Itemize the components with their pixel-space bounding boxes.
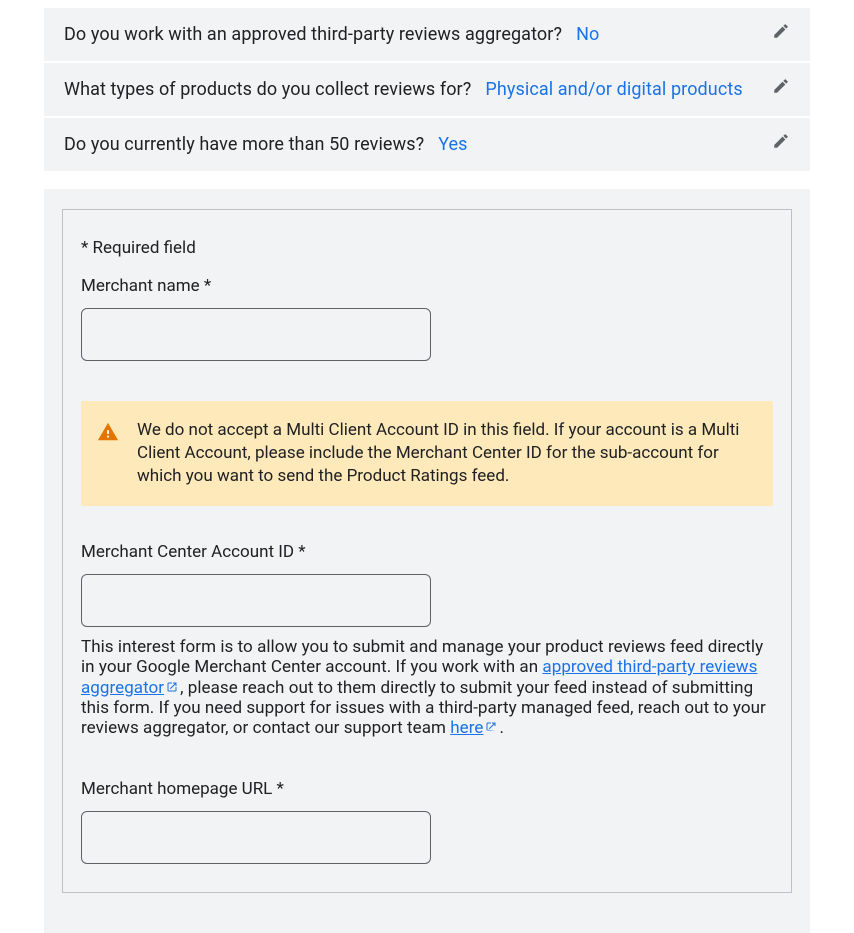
form-inner: * Required field Merchant name * We do n… <box>62 209 792 893</box>
external-link-icon <box>166 681 178 693</box>
merchant-name-input[interactable] <box>81 308 431 361</box>
homepage-block: Merchant homepage URL * <box>81 779 773 864</box>
answer-text: No <box>576 24 599 45</box>
question-text: Do you currently have more than 50 revie… <box>64 134 424 155</box>
alert-text: We do not accept a Multi Client Account … <box>137 420 739 486</box>
alert-warning: We do not accept a Multi Client Account … <box>81 401 773 506</box>
account-id-block: Merchant Center Account ID * This intere… <box>81 542 773 739</box>
homepage-label: Merchant homepage URL * <box>81 779 773 799</box>
edit-icon[interactable] <box>772 77 790 95</box>
account-id-input[interactable] <box>81 574 431 627</box>
question-text: What types of products do you collect re… <box>64 79 471 100</box>
summary-row-product-types: What types of products do you collect re… <box>44 63 810 116</box>
helper-text-part: . <box>499 718 504 738</box>
form-panel: * Required field Merchant name * We do n… <box>44 189 810 933</box>
answer-text: Physical and/or digital products <box>485 79 742 100</box>
external-link-icon <box>485 721 497 733</box>
summary-row-review-count: Do you currently have more than 50 revie… <box>44 118 810 171</box>
edit-icon[interactable] <box>772 22 790 40</box>
support-link[interactable]: here <box>450 718 499 738</box>
question-text: Do you work with an approved third-party… <box>64 24 562 45</box>
summary-row-aggregator: Do you work with an approved third-party… <box>44 8 810 61</box>
account-id-helper: This interest form is to allow you to su… <box>81 637 773 739</box>
account-id-label: Merchant Center Account ID * <box>81 542 773 562</box>
answer-text: Yes <box>438 134 467 155</box>
merchant-name-label: Merchant name * <box>81 276 773 296</box>
helper-text-part: , please reach out to them directly to s… <box>81 678 766 739</box>
homepage-input[interactable] <box>81 811 431 864</box>
required-field-note: * Required field <box>81 238 773 258</box>
merchant-name-block: Merchant name * <box>81 276 773 361</box>
warning-icon <box>97 421 119 443</box>
edit-icon[interactable] <box>772 132 790 150</box>
